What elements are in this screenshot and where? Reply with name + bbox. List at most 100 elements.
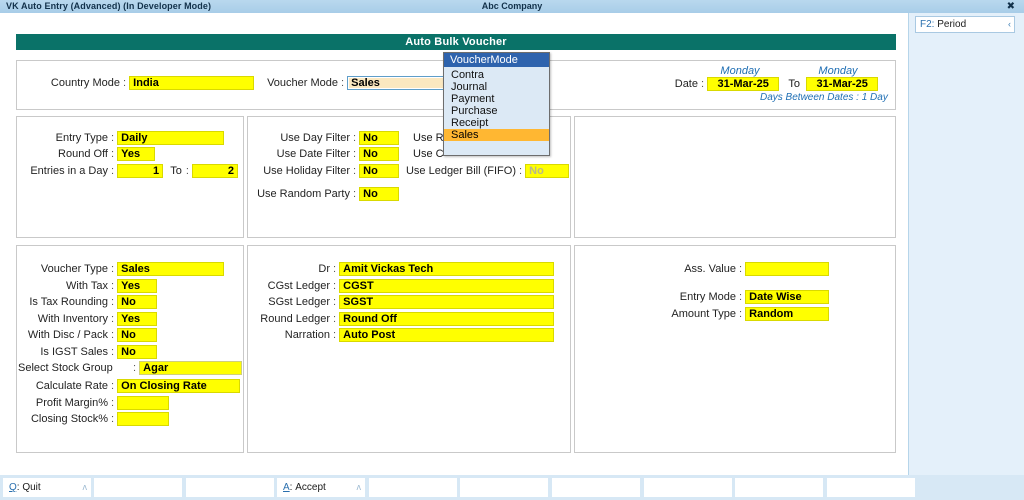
use-ledger-bill-value[interactable]: No (525, 164, 570, 178)
dr-label: Dr (318, 263, 330, 275)
date-from-value[interactable]: 31-Mar-25 (707, 77, 780, 91)
voucher-mode-value[interactable]: Sales (347, 76, 453, 90)
bottom-button-bar: Q: Quit ʌ A: Accept ʌ (0, 475, 1024, 500)
round-ledger-value[interactable]: Round Off (339, 312, 555, 326)
field-sgst-ledger[interactable]: SGst Ledger : SGST (252, 295, 555, 309)
field-cgst-ledger[interactable]: CGst Ledger : CGST (252, 279, 555, 293)
entry-type-value[interactable]: Daily (117, 131, 225, 145)
dropdown-item-journal[interactable]: Journal (444, 81, 549, 93)
field-entries-in-a-day[interactable]: Entries in a Day : 1 To: 2 (24, 164, 238, 178)
field-use-holiday-filter[interactable]: Use Holiday Filter : No (254, 164, 400, 178)
use-day-filter-value[interactable]: No (359, 131, 400, 145)
dropdown-item-purchase[interactable]: Purchase (444, 105, 549, 117)
bottom-button-accept[interactable]: A: Accept ʌ (277, 478, 365, 497)
field-entry-mode[interactable]: Entry Mode : Date Wise (660, 290, 830, 304)
amount-type-value[interactable]: Random (745, 307, 830, 321)
round-ledger-label: Round Ledger (260, 313, 330, 325)
date-to-word: To (788, 78, 801, 90)
dropdown-item-sales[interactable]: Sales (444, 129, 549, 141)
with-inventory-value[interactable]: Yes (117, 312, 158, 326)
bottom-button-5[interactable] (369, 478, 457, 497)
entries-in-a-day-to[interactable]: 2 (191, 164, 238, 178)
round-off-value[interactable]: Yes (117, 147, 156, 161)
use-ledger-bill-label: Use Ledger Bill (FIFO) (405, 165, 516, 177)
cgst-ledger-value[interactable]: CGST (339, 279, 555, 293)
voucher-type-value[interactable]: Sales (117, 262, 225, 276)
is-tax-rounding-value[interactable]: No (117, 295, 158, 309)
use-date-filter-label: Use Date Filter (276, 148, 350, 160)
field-entry-type[interactable]: Entry Type : Daily (24, 131, 225, 145)
chevron-left-icon: ‹ (1008, 19, 1011, 29)
with-disc-pack-label: With Disc / Pack (27, 329, 108, 341)
is-igst-sales-value[interactable]: No (117, 345, 158, 359)
ass-value-label: Ass. Value (684, 263, 736, 275)
bottom-button-9[interactable] (735, 478, 823, 497)
dr-value[interactable]: Amit Vickas Tech (339, 262, 555, 276)
calculate-rate-value[interactable]: On Closing Rate (117, 379, 241, 393)
f2-period-key: F2 (920, 19, 932, 30)
sgst-ledger-value[interactable]: SGST (339, 295, 555, 309)
country-mode-value[interactable]: India (129, 76, 255, 90)
dropdown-item-receipt[interactable]: Receipt (444, 117, 549, 129)
field-is-igst-sales[interactable]: Is IGST Sales : No (20, 345, 158, 359)
narration-value[interactable]: Auto Post (339, 328, 555, 342)
right-button-pane: F2: Period ‹ (908, 13, 1024, 475)
field-calculate-rate[interactable]: Calculate Rate : On Closing Rate (20, 379, 241, 393)
entries-in-a-day-from[interactable]: 1 (117, 164, 164, 178)
page-title: Auto Bulk Voucher (16, 34, 896, 50)
dropdown-item-contra[interactable]: Contra (444, 69, 549, 81)
use-holiday-filter-label: Use Holiday Filter (263, 165, 350, 177)
field-voucher-mode[interactable]: Voucher Mode : Sales (250, 76, 453, 90)
profit-margin-value[interactable] (117, 396, 170, 410)
field-ass-value[interactable]: Ass. Value : (660, 262, 830, 276)
closing-stock-value[interactable] (117, 412, 170, 426)
profit-margin-label: Profit Margin% (35, 397, 108, 409)
bottom-button-quit[interactable]: Q: Quit ʌ (3, 478, 91, 497)
field-date-range[interactable]: Date : 31-Mar-25 To 31-Mar-25 (664, 77, 879, 91)
bottom-button-6[interactable] (460, 478, 548, 497)
amount-type-label: Amount Type (671, 308, 736, 320)
date-to-value[interactable]: 31-Mar-25 (806, 77, 879, 91)
field-with-inventory[interactable]: With Inventory : Yes (20, 312, 158, 326)
company-name: Abc Company (481, 1, 543, 11)
work-area: Auto Bulk Voucher Country Mode : India V… (0, 13, 908, 475)
field-country-mode[interactable]: Country Mode : India (34, 76, 255, 90)
field-profit-margin[interactable]: Profit Margin% : (20, 396, 170, 410)
bottom-button-2[interactable] (94, 478, 182, 497)
close-icon[interactable]: ✖ (1007, 0, 1015, 13)
accept-key: A (283, 482, 290, 493)
field-narration[interactable]: Narration : Auto Post (252, 328, 555, 342)
use-date-filter-value[interactable]: No (359, 147, 400, 161)
field-select-stock-group[interactable]: Select Stock Group : Agar (18, 361, 243, 375)
bottom-button-7[interactable] (552, 478, 640, 497)
entry-mode-value[interactable]: Date Wise (745, 290, 830, 304)
field-with-tax[interactable]: With Tax : Yes (20, 279, 158, 293)
field-use-day-filter[interactable]: Use Day Filter : No (254, 131, 400, 145)
select-stock-group-label: Select Stock Group (18, 362, 113, 374)
with-tax-value[interactable]: Yes (117, 279, 158, 293)
field-round-off[interactable]: Round Off : Yes (24, 147, 156, 161)
field-round-ledger[interactable]: Round Ledger : Round Off (252, 312, 555, 326)
caret-icon-accept: ʌ (356, 482, 362, 492)
field-with-disc-pack[interactable]: With Disc / Pack : No (20, 328, 158, 342)
f2-period-button[interactable]: F2: Period ‹ (915, 16, 1015, 33)
with-disc-pack-value[interactable]: No (117, 328, 158, 342)
select-stock-group-value[interactable]: Agar (139, 361, 243, 375)
ass-value-value[interactable] (745, 262, 830, 276)
use-random-party-value[interactable]: No (359, 187, 400, 201)
quit-key: Q (9, 482, 17, 493)
bottom-button-10[interactable] (827, 478, 915, 497)
field-use-date-filter[interactable]: Use Date Filter : No (254, 147, 400, 161)
date-to-dayofweek: Monday (818, 65, 858, 77)
bottom-button-8[interactable] (644, 478, 732, 497)
field-is-tax-rounding[interactable]: Is Tax Rounding : No (20, 295, 158, 309)
voucher-mode-dropdown[interactable]: VoucherMode Contra Journal Payment Purch… (443, 52, 550, 156)
field-dr-ledger[interactable]: Dr : Amit Vickas Tech (252, 262, 555, 276)
field-amount-type[interactable]: Amount Type : Random (660, 307, 830, 321)
field-use-ledger-bill-fifo[interactable]: Use Ledger Bill (FIFO) : No (392, 164, 570, 178)
bottom-button-3[interactable] (186, 478, 274, 497)
field-voucher-type[interactable]: Voucher Type : Sales (20, 262, 225, 276)
dropdown-item-payment[interactable]: Payment (444, 93, 549, 105)
field-use-random-party[interactable]: Use Random Party : No (254, 187, 400, 201)
field-closing-stock[interactable]: Closing Stock% : (20, 412, 170, 426)
